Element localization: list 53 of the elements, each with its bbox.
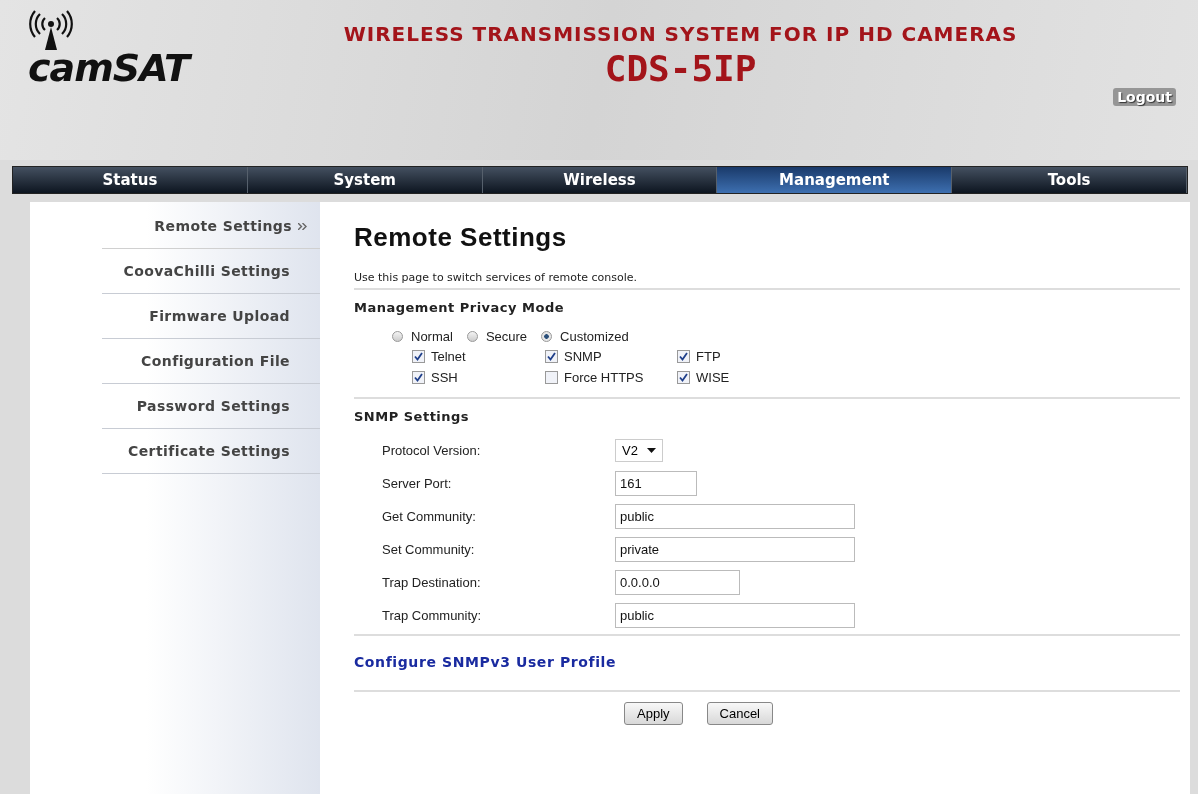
page-description: Use this page to switch services of remote console. — [354, 271, 639, 284]
field-label: Server Port: — [382, 476, 453, 491]
model-name: CDS-5IP — [604, 48, 757, 89]
antenna-icon — [28, 10, 74, 50]
field-label: Protocol Version: — [382, 443, 482, 458]
nav-tab[interactable]: Status — [13, 167, 248, 193]
banner-title: WIRELESS TRANSMISSION SYSTEM FOR IP HD CAMERAS — [343, 22, 1018, 46]
page-title: Remote Settings — [354, 222, 568, 253]
field-label: Trap Destination: — [382, 575, 482, 590]
caret-icon — [646, 448, 656, 453]
radio-label: Secure — [485, 329, 528, 344]
radio-button[interactable] — [466, 331, 478, 342]
checkbox[interactable] — [677, 371, 690, 384]
checkbox[interactable] — [545, 350, 558, 363]
sidebar-item[interactable]: CoovaChilli Settings — [102, 249, 320, 294]
checkbox[interactable] — [677, 350, 690, 363]
radio-label: Normal — [411, 329, 453, 344]
checkbox-label: SNMP — [564, 349, 602, 364]
field-label: Set Community: — [382, 542, 476, 557]
input-field[interactable]: 0.0.0.0 — [615, 570, 740, 595]
input-field[interactable]: public — [615, 603, 855, 628]
input-field[interactable]: private — [615, 537, 855, 562]
checkbox-label: Telnet — [431, 349, 466, 364]
input-field[interactable]: public — [615, 504, 855, 529]
sidebar-item[interactable]: Remote Settings — [102, 204, 320, 249]
form-button[interactable]: Apply — [624, 702, 683, 725]
snmpv3-profile-link[interactable]: Configure SNMPv3 User Profile — [354, 654, 617, 670]
field-label: Trap Community: — [382, 608, 483, 623]
sidebar-item[interactable]: Password Settings — [102, 384, 320, 429]
nav-tab[interactable]: Tools — [952, 167, 1187, 193]
checkbox[interactable] — [412, 371, 425, 384]
checkbox[interactable] — [412, 350, 425, 363]
checkbox-label: SSH — [431, 370, 458, 385]
section-heading: Management Privacy Mode — [354, 300, 566, 315]
logo-text: camSAT — [28, 50, 248, 86]
sidebar-item[interactable]: Certificate Settings — [102, 429, 320, 474]
sidebar-item[interactable]: Configuration File — [102, 339, 320, 384]
radio-button[interactable] — [392, 331, 403, 342]
radio-button[interactable] — [541, 331, 553, 342]
checkbox[interactable] — [545, 371, 558, 384]
nav-tab[interactable]: Management — [717, 167, 953, 193]
sidebar-item[interactable]: Firmware Upload — [102, 294, 320, 339]
input-field[interactable]: 161 — [615, 471, 697, 496]
double-chevron-icon — [298, 222, 307, 230]
checkbox-label: WISE — [696, 370, 730, 385]
checkbox-label: Force HTTPS — [564, 370, 644, 385]
checkbox-label: FTP — [696, 349, 721, 364]
nav-tab[interactable]: System — [247, 167, 483, 193]
radio-label: Customized — [560, 329, 629, 344]
field-label: Get Community: — [382, 509, 477, 524]
form-button[interactable]: Cancel — [706, 702, 773, 725]
version-dropdown[interactable]: V2 — [615, 439, 663, 462]
section-heading: SNMP Settings — [354, 409, 471, 424]
